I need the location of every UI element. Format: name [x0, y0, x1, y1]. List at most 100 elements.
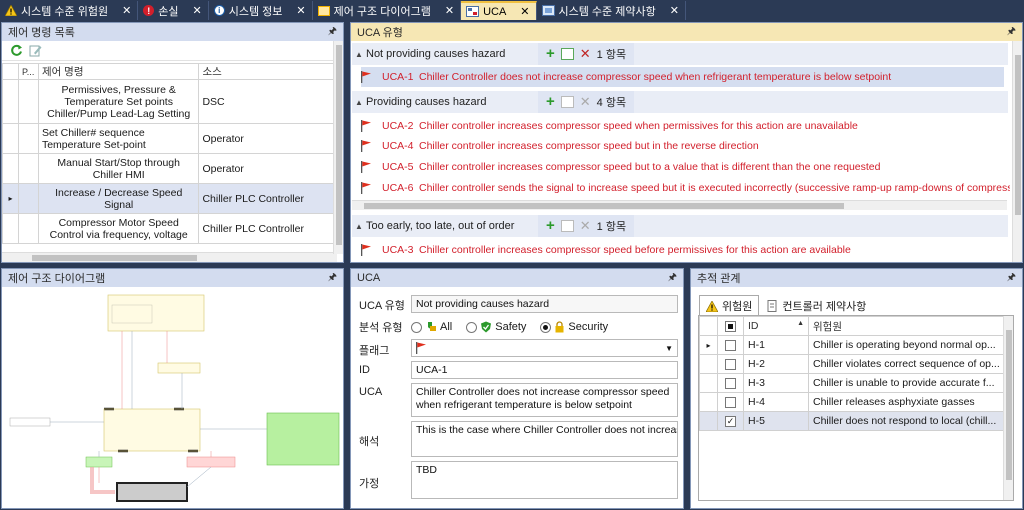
pin-icon[interactable]: 🖈 [328, 270, 337, 287]
collapse-icon[interactable]: ▲ [352, 98, 366, 107]
radio-safety[interactable] [466, 321, 478, 333]
sort-asc-icon[interactable]: ▲ [797, 320, 804, 327]
horizontal-scrollbar[interactable] [352, 200, 1007, 210]
flag-row: 플래그 ▼ [359, 339, 678, 358]
vertical-scrollbar[interactable] [1012, 41, 1022, 262]
delete-icon[interactable]: ✕ [580, 94, 591, 110]
checkbox-cell [717, 354, 744, 374]
tab-close-icon[interactable]: ✕ [445, 4, 454, 17]
collapse-icon[interactable]: ▲ [352, 50, 366, 59]
row-checkbox[interactable] [725, 396, 736, 408]
trace-tabs: 위험원 컨트롤러 제약사항 [699, 295, 872, 316]
id-row: ID UCA-1 [359, 361, 678, 379]
tab-control-structure[interactable]: 제어 구조 다이어그램 ✕ [313, 1, 462, 20]
duplicate-icon[interactable] [560, 48, 574, 60]
table-header-row: ID ▲ 위험원 [699, 316, 1005, 336]
tab-close-icon[interactable]: ✕ [193, 4, 202, 17]
tab-system-info[interactable]: i 시스템 정보 ✕ [209, 1, 313, 20]
row-checkbox[interactable] [725, 358, 736, 370]
analysis-security-option[interactable]: Security [540, 321, 608, 333]
row-checkbox[interactable] [725, 377, 736, 389]
horizontal-scrollbar[interactable] [2, 252, 337, 262]
panel-title: UCA 유형 [357, 27, 403, 39]
delete-icon[interactable]: ✕ [580, 218, 591, 234]
row-marker [699, 354, 718, 374]
tab-close-icon[interactable]: ✕ [296, 4, 305, 17]
tab-close-icon[interactable]: ✕ [670, 4, 679, 17]
table-row[interactable]: Manual Start/Stop through Chiller HMI Op… [2, 153, 337, 184]
edit-icon[interactable] [29, 44, 42, 57]
group-label: Not providing causes hazard [366, 48, 506, 60]
assumption-field[interactable]: TBD [411, 461, 678, 499]
duplicate-icon[interactable] [560, 96, 574, 108]
uca-row[interactable]: UCA-4 Chiller controller increases compr… [361, 136, 1004, 156]
flag-icon [361, 244, 371, 256]
command-cell: Compressor Motor Speed Control via frequ… [37, 213, 200, 244]
tab-system-hazards[interactable]: 시스템 수준 위험원 ✕ [0, 1, 139, 20]
uca-text: Chiller controller increases compressor … [419, 120, 858, 132]
duplicate-icon[interactable] [560, 220, 574, 232]
column-header-hazard[interactable]: 위험원 [808, 316, 1005, 336]
vertical-scrollbar[interactable] [1003, 316, 1013, 500]
add-icon[interactable]: + [546, 94, 555, 109]
add-icon[interactable]: + [546, 218, 555, 233]
column-header-priority[interactable]: P... [17, 63, 39, 80]
tab-system-constraints[interactable]: 시스템 수준 제약사항 ✕ [537, 1, 686, 20]
pin-icon[interactable]: 🖈 [328, 24, 337, 41]
pin-icon[interactable]: 🖈 [1007, 270, 1016, 287]
uca-row[interactable]: UCA-6 Chiller controller sends the signa… [361, 178, 1010, 198]
tab-controller-constraints[interactable]: 컨트롤러 제약사항 [761, 295, 872, 316]
uca-group-header[interactable]: ▲ Not providing causes hazard + ✕ 1 항목 [352, 43, 1008, 65]
table-row[interactable]: Set Chiller# sequence Temperature Set-po… [2, 123, 337, 154]
row-checkbox-checked[interactable]: ✓ [725, 415, 736, 427]
tab-close-icon[interactable]: ✕ [122, 4, 131, 17]
uca-row[interactable]: UCA-1 Chiller Controller does not increa… [361, 67, 1004, 87]
analysis-safety-option[interactable]: Safety [466, 321, 526, 333]
chevron-down-icon[interactable]: ▼ [665, 344, 673, 353]
command-table: P... 제어 명령 소스 Permissives, Pressure & Te… [2, 63, 337, 244]
uca-group-header[interactable]: ▲ Too early, too late, out of order + ✕ … [352, 215, 1008, 237]
table-row[interactable]: ✓ H-5 Chiller does not respond to local … [699, 411, 1005, 431]
uca-row[interactable]: UCA-5 Chiller controller increases compr… [361, 157, 1004, 177]
table-row[interactable]: Compressor Motor Speed Control via frequ… [2, 213, 337, 244]
table-row[interactable]: ▸ Increase / Decrease Speed Signal Chill… [2, 183, 337, 214]
id-field[interactable]: UCA-1 [411, 361, 678, 379]
radio-all[interactable] [411, 321, 422, 333]
tab-hazards[interactable]: 위험원 [699, 295, 760, 316]
interpretation-field[interactable]: This is the case where Chiller Controlle… [411, 421, 678, 457]
table-row[interactable]: H-3 Chiller is unable to provide accurat… [699, 373, 1005, 393]
vertical-scrollbar[interactable] [333, 41, 343, 254]
uca-row[interactable]: UCA-3 Chiller controller increases compr… [361, 240, 1004, 260]
tab-close-icon[interactable]: ✕ [520, 5, 529, 18]
uca-row[interactable]: UCA-2 Chiller controller increases compr… [361, 116, 1004, 136]
uca-group-header[interactable]: ▲ Providing causes hazard + ✕ 4 항목 [352, 91, 1008, 113]
select-all-checkbox[interactable] [725, 320, 736, 332]
uca-text-field[interactable]: Chiller Controller does not increase com… [411, 383, 678, 417]
analysis-type-label: 분석 유형 [359, 322, 403, 334]
row-checkbox[interactable] [725, 339, 736, 351]
table-row[interactable]: H-2 Chiller violates correct sequence of… [699, 354, 1005, 374]
add-icon[interactable]: + [546, 46, 555, 61]
tab-losses[interactable]: ! 손실 ✕ [138, 1, 209, 20]
table-row[interactable]: ▸ H-1 Chiller is operating beyond normal… [699, 335, 1005, 355]
refresh-icon[interactable] [10, 44, 23, 57]
delete-icon[interactable]: ✕ [580, 46, 591, 62]
column-header-command[interactable]: 제어 명령 [37, 63, 200, 80]
table-row[interactable]: H-4 Chiller releases asphyxiate gasses [699, 392, 1005, 412]
hazard-id: H-1 [743, 335, 809, 355]
group-toolbar: + ✕ 4 항목 [538, 91, 635, 113]
pin-icon[interactable]: 🖈 [668, 270, 677, 287]
column-header-source[interactable]: 소스 [198, 63, 337, 80]
tab-uca[interactable]: UCA ✕ [461, 1, 537, 20]
control-structure-diagram[interactable] [2, 287, 343, 508]
column-header-id[interactable]: ID ▲ [743, 316, 809, 336]
priority-cell [17, 123, 39, 154]
table-row[interactable]: Permissives, Pressure & Temperature Set … [2, 79, 337, 124]
pin-icon[interactable]: 🖈 [1007, 24, 1016, 41]
radio-security[interactable] [540, 321, 552, 333]
analysis-all-option[interactable]: All [411, 321, 452, 333]
flag-dropdown[interactable]: ▼ [411, 339, 678, 357]
panel-header: 제어 명령 목록 🖈 [2, 23, 343, 41]
uca-text: Chiller controller sends the signal to i… [419, 182, 1010, 194]
collapse-icon[interactable]: ▲ [352, 222, 366, 231]
